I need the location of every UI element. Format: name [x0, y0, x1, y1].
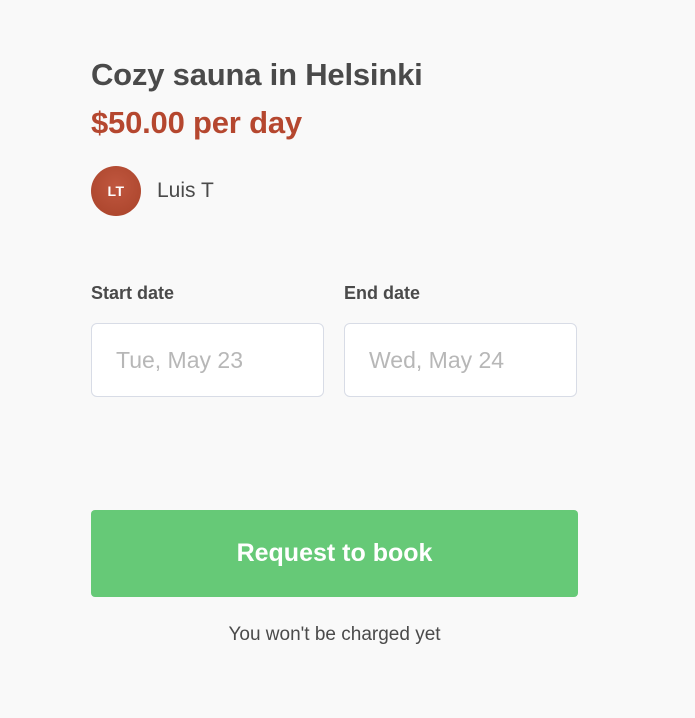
request-to-book-button[interactable]: Request to book [91, 510, 578, 597]
booking-panel: Cozy sauna in Helsinki $50.00 per day LT… [91, 56, 578, 646]
author-name: Luis T [157, 179, 214, 202]
end-date-group: End date [344, 282, 577, 397]
end-date-input[interactable] [344, 323, 577, 397]
start-date-group: Start date [91, 282, 324, 397]
author-info: LT Luis T [91, 166, 578, 216]
listing-title: Cozy sauna in Helsinki [91, 57, 423, 92]
avatar: LT [91, 166, 141, 216]
end-date-label: End date [344, 283, 421, 303]
charge-note: You won't be charged yet [228, 624, 441, 645]
start-date-label: Start date [91, 283, 175, 303]
listing-price: $50.00 per day [91, 105, 302, 140]
start-date-input[interactable] [91, 323, 324, 397]
date-range: Start date End date [91, 282, 578, 397]
